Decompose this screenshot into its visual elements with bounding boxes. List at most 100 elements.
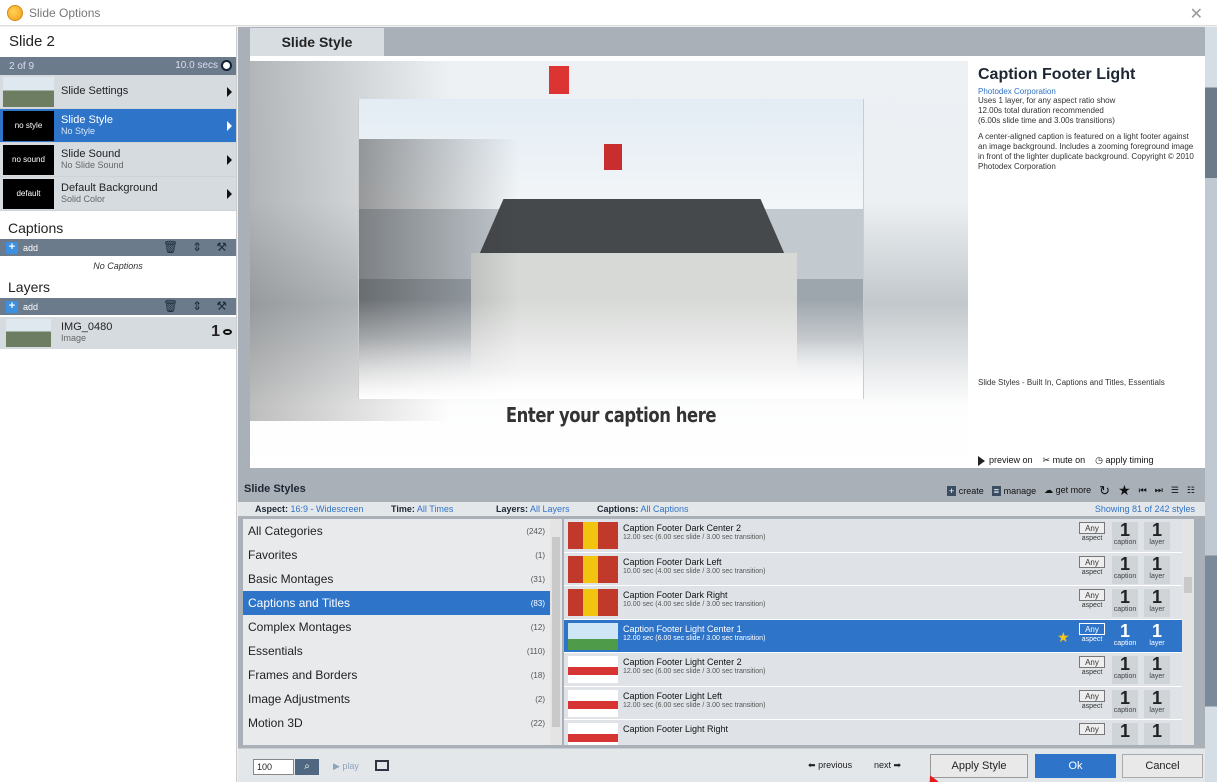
chevron-right-icon: [227, 87, 232, 97]
category-name: All Categories: [248, 524, 323, 538]
mute-toggle[interactable]: ✂ mute on: [1043, 455, 1086, 466]
ok-button[interactable]: Ok: [1035, 754, 1116, 778]
apply-style-button[interactable]: Apply Style: [930, 754, 1028, 778]
style-row[interactable]: Caption Footer Light Center 2 12.00 sec (…: [564, 653, 1182, 687]
category-item[interactable]: Motion 3D (22): [243, 711, 550, 735]
layer-number: 1: [211, 323, 220, 340]
layer-count-label: layer: [1149, 572, 1165, 580]
scrollbar-thumb[interactable]: [552, 537, 560, 727]
style-author[interactable]: Photodex Corporation: [978, 87, 1198, 96]
scrollbar-thumb[interactable]: [1184, 577, 1192, 593]
aspect-value: Any: [1079, 555, 1105, 568]
trash-icon[interactable]: 🗑: [163, 299, 178, 313]
category-item[interactable]: Image Adjustments (2): [243, 687, 550, 711]
chevron-right-icon: [227, 155, 232, 165]
style-thumbnail: [568, 522, 618, 549]
category-scrollbar[interactable]: [550, 519, 562, 745]
detail-view-icon[interactable]: ☷: [1187, 485, 1195, 496]
reorder-icon[interactable]: ⇕: [192, 240, 202, 254]
bottom-bar: 100 ⌕ ▶ play ⬅ previous next ➡ Apply Sty…: [238, 748, 1205, 782]
refresh-icon[interactable]: ↻: [1099, 483, 1110, 499]
category-name: Captions and Titles: [248, 596, 351, 610]
option-slide-sound[interactable]: no sound Slide Sound No Slide Sound: [0, 143, 236, 177]
captions-filter[interactable]: Captions: All Captions: [597, 504, 689, 514]
style-row[interactable]: Caption Footer Dark Right 10.00 sec (4.00…: [564, 586, 1182, 620]
search-icon[interactable]: ⌕: [295, 759, 319, 775]
category-item[interactable]: Favorites (1): [243, 543, 550, 567]
no-captions-text: No Captions: [93, 261, 143, 271]
tools-icon[interactable]: ⚒: [216, 299, 227, 313]
category-item[interactable]: Complex Montages (12): [243, 615, 550, 639]
next-button[interactable]: next ➡: [874, 760, 901, 771]
time-filter[interactable]: Time: All Times: [391, 504, 453, 514]
tab-slide-style[interactable]: Slide Style: [250, 28, 384, 56]
close-icon[interactable]: ✕: [1190, 4, 1203, 24]
reorder-icon[interactable]: ⇕: [192, 299, 202, 313]
get-more-button[interactable]: ☁ get more: [1044, 485, 1091, 496]
style-name: Caption Footer Dark Center 2: [623, 523, 742, 533]
create-button[interactable]: + create: [947, 485, 984, 496]
category-name: Favorites: [248, 548, 298, 562]
previous-button[interactable]: ⬅ previous: [808, 760, 852, 771]
category-item[interactable]: All Categories (242): [243, 519, 550, 543]
style-duration: 12.00 sec (6.00 sec slide / 3.00 sec tra…: [623, 634, 766, 642]
list-icon: ≡: [991, 485, 1002, 496]
favorite-star-icon[interactable]: ★: [1057, 629, 1070, 646]
eye-icon[interactable]: [223, 329, 232, 335]
play-button[interactable]: ▶ play: [333, 761, 359, 772]
clock-icon: [221, 60, 232, 72]
caption-placeholder[interactable]: Enter your caption here: [404, 403, 819, 427]
category-list: All Categories (242) Favorites (1) Basic Mon…: [243, 519, 550, 745]
layers-filter[interactable]: Layers: All Layers: [496, 504, 570, 514]
aspect-value: Any: [1079, 622, 1105, 635]
slide-duration-wrap[interactable]: 10.0 secs: [175, 60, 232, 72]
list-view-icon[interactable]: ☰: [1171, 485, 1179, 496]
option-default-background[interactable]: default Default Background Solid Color: [0, 177, 236, 211]
layer-count-value: 1: [1151, 721, 1162, 741]
aspect-badge: Any aspect: [1079, 522, 1105, 542]
cancel-button[interactable]: Cancel: [1122, 754, 1203, 778]
tools-icon[interactable]: ⚒: [216, 240, 227, 254]
style-row[interactable]: Caption Footer Light Left 12.00 sec (6.00…: [564, 686, 1182, 720]
category-item[interactable]: Basic Montages (31): [243, 567, 550, 591]
star-icon[interactable]: ★: [1118, 482, 1131, 499]
fullscreen-icon[interactable]: [375, 760, 389, 771]
option-slide-settings[interactable]: Slide Settings: [0, 75, 236, 109]
style-info: Caption Footer Light Photodex Corporatio…: [978, 66, 1198, 466]
trash-icon[interactable]: 🗑: [163, 240, 178, 254]
aspect-label: aspect: [1081, 702, 1103, 710]
left-panel: Slide 2 2 of 9 10.0 secs Slide Settings …: [0, 27, 237, 782]
layer-item[interactable]: IMG_0480 Image 1: [0, 317, 236, 349]
category-item[interactable]: Captions and Titles (83): [243, 591, 550, 615]
first-icon[interactable]: ⏮: [1139, 485, 1147, 496]
style-duration: 12.00 sec (6.00 sec slide / 3.00 sec tra…: [623, 534, 766, 541]
add-icon[interactable]: +: [6, 300, 18, 313]
add-layer-button[interactable]: add: [23, 302, 38, 312]
style-row[interactable]: Caption Footer Dark Left 10.00 sec (4.00 …: [564, 552, 1182, 586]
option-slide-style[interactable]: no style Slide Style No Style: [0, 109, 236, 143]
category-item[interactable]: Essentials (110): [243, 639, 550, 663]
zoom-input[interactable]: 100: [253, 759, 294, 775]
slide-title: Slide 2: [9, 33, 55, 50]
add-caption-button[interactable]: add: [23, 243, 38, 253]
cloud-icon: ☁: [1044, 485, 1054, 495]
last-icon[interactable]: ⏭: [1155, 485, 1163, 496]
category-item[interactable]: Frames and Borders (18): [243, 663, 550, 687]
add-icon[interactable]: +: [6, 241, 18, 254]
aspect-filter[interactable]: Aspect: 16:9 - Widescreen: [255, 504, 364, 514]
layer-count: 1 layer: [1144, 689, 1170, 718]
style-row[interactable]: Caption Footer Light Right Any 1 1: [564, 720, 1182, 745]
preview-toggle[interactable]: preview on: [978, 455, 1033, 466]
manage-button[interactable]: ≡ manage: [991, 485, 1036, 496]
style-row[interactable]: Caption Footer Light Center 1 12.00 sec (…: [564, 619, 1182, 653]
sound-thumbnail: no sound: [3, 144, 54, 175]
option-label: Default Background: [61, 181, 158, 194]
style-scrollbar[interactable]: [1182, 519, 1194, 745]
caption-count-value: 1: [1119, 721, 1130, 741]
category-count: (12): [530, 622, 545, 632]
filter-bar: Aspect: 16:9 - Widescreen Time: All Time…: [238, 502, 1205, 516]
style-row[interactable]: Caption Footer Dark Center 2 12.00 sec (6…: [564, 519, 1182, 553]
apply-timing-toggle[interactable]: ◷ apply timing: [1095, 455, 1153, 466]
category-name: Essentials: [248, 644, 303, 658]
layer-count-label: layer: [1149, 606, 1165, 613]
